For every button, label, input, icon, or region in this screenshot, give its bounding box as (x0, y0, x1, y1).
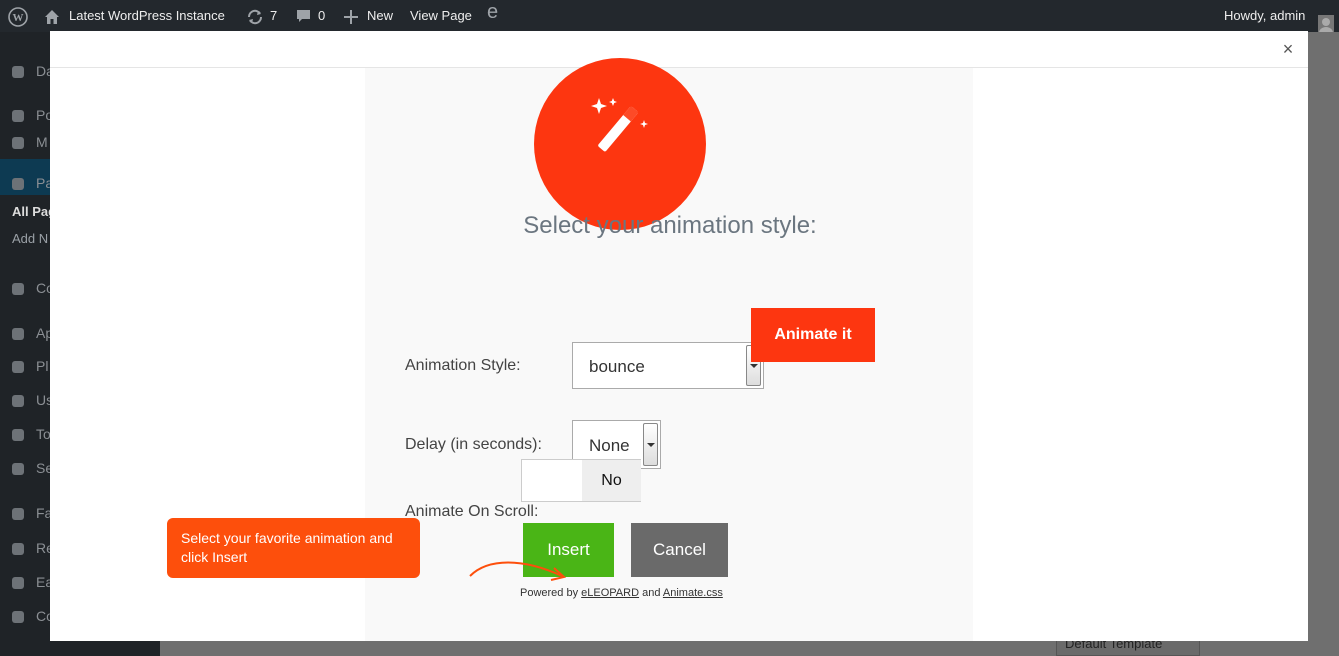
facebook-icon (10, 506, 26, 522)
animation-style-select[interactable]: bounce (572, 342, 764, 389)
animation-style-label: Animation Style: (405, 357, 521, 374)
svg-text:W: W (13, 12, 24, 24)
close-icon[interactable]: × (1278, 39, 1298, 59)
collapse-icon (10, 609, 26, 625)
magic-wand-badge (534, 58, 706, 230)
settings-icon (10, 461, 26, 477)
submenu-add-new[interactable]: Add N (12, 231, 48, 246)
admin-menu-item-label: Pl (36, 358, 49, 374)
pin-icon (10, 108, 26, 124)
avatar[interactable] (1318, 7, 1334, 33)
admin-menu-item[interactable]: Da (0, 60, 54, 84)
eleopard-icon (10, 541, 26, 557)
animation-style-value: bounce (589, 357, 645, 376)
admin-menu-item[interactable]: Ea (0, 571, 53, 595)
wrench-icon (10, 427, 26, 443)
powered-and: and (642, 587, 661, 599)
view-page-link[interactable]: View Page (410, 0, 472, 32)
admin-menu-item[interactable]: Pl (0, 355, 50, 379)
comments-count[interactable]: 0 (318, 0, 325, 32)
animate-on-scroll-toggle[interactable]: No (521, 459, 641, 502)
delay-value: None (589, 436, 630, 455)
user-icon (10, 393, 26, 409)
animate-on-scroll-label: Animate On Scroll: (405, 503, 539, 520)
admin-menu-item-label: M (36, 134, 48, 150)
powered-prefix: Powered by (520, 587, 579, 599)
admin-menu-item-label: To (36, 426, 51, 442)
hint-tooltip: Select your favorite animation and click… (167, 518, 420, 578)
dashboard-icon (10, 64, 26, 80)
site-name-link[interactable]: Latest WordPress Instance (69, 0, 225, 32)
admin-menu-item[interactable]: To (0, 423, 51, 447)
eleopard-link[interactable]: eLEOPARD (581, 587, 639, 599)
plugin-icon (10, 359, 26, 375)
eleopard-icon[interactable]: e (487, 0, 498, 28)
pages-icon (10, 176, 26, 192)
admin-bar: W Latest WordPress Instance 7 0 New View… (0, 0, 1339, 33)
curved-arrow-icon (469, 561, 567, 581)
easy-icon (10, 575, 26, 591)
cancel-button[interactable]: Cancel (631, 523, 728, 577)
wordpress-logo-icon[interactable]: W (8, 0, 28, 32)
chevron-down-icon[interactable] (643, 423, 658, 466)
new-link[interactable]: New (367, 0, 393, 32)
brush-icon (10, 326, 26, 342)
admin-menu-item[interactable]: Re (0, 537, 54, 561)
comments-icon (10, 281, 26, 297)
admin-menu-item[interactable]: M (0, 131, 50, 155)
howdy-user[interactable]: Howdy, admin (1224, 0, 1305, 32)
modal-heading: Select your animation style: (523, 212, 817, 239)
admin-menu-item[interactable]: Fa (0, 502, 52, 526)
plus-icon[interactable] (344, 0, 358, 32)
delay-label: Delay (in seconds): (405, 436, 542, 453)
magic-wand-icon (591, 98, 648, 152)
admin-menu-item[interactable]: Us (0, 389, 53, 413)
updates-icon[interactable] (246, 0, 264, 32)
admin-menu-item[interactable]: Ap (0, 322, 53, 346)
admin-menu-item[interactable]: Po (0, 104, 53, 128)
home-icon[interactable] (44, 0, 60, 32)
media-icon (10, 135, 26, 151)
admin-menu-item[interactable]: Co (0, 605, 54, 629)
admin-menu-item[interactable]: Co (0, 277, 54, 301)
admin-menu-item[interactable]: Se (0, 457, 53, 481)
admin-menu-item[interactable]: Pa (0, 172, 53, 196)
powered-by: Powered by eLEOPARD and Animate.css (520, 587, 723, 599)
comments-icon[interactable] (296, 0, 311, 32)
animate-it-button[interactable]: Animate it (751, 308, 875, 362)
modal-header: × (50, 31, 1308, 68)
animate-css-link[interactable]: Animate.css (663, 587, 723, 599)
toggle-state-no[interactable]: No (582, 460, 641, 501)
updates-count[interactable]: 7 (270, 0, 277, 32)
